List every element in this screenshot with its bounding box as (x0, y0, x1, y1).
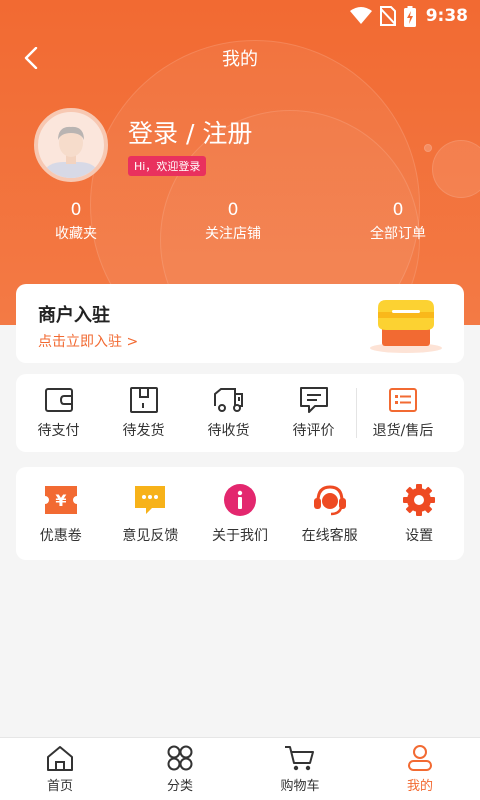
default-avatar-icon (45, 126, 97, 178)
services-card: ¥ 优惠卷 意见反馈 关于我们 在线客服 设置 (16, 467, 464, 560)
avatar[interactable] (34, 108, 108, 182)
stat-label: 全部订单 (370, 226, 426, 242)
tab-cart[interactable]: 购物车 (240, 738, 360, 800)
package-icon (129, 387, 158, 413)
profile-section: 登录 / 注册 Hi，欢迎登录 (34, 108, 252, 182)
chevron-left-icon (24, 47, 38, 69)
stat-count: 0 (227, 200, 239, 220)
battery-charging-icon (403, 5, 416, 27)
no-sim-icon (379, 6, 396, 26)
tab-home[interactable]: 首页 (0, 738, 120, 800)
bottom-tab-bar: 首页 分类 购物车 我的 (0, 737, 480, 800)
order-pending-review[interactable]: 待评价 (271, 386, 356, 440)
login-register-link[interactable]: 登录 / 注册 (128, 114, 252, 150)
coupon-icon: ¥ (44, 485, 77, 514)
order-status-card: 待支付 待发货 待收货 待评价 退货/售后 (16, 374, 464, 452)
comment-icon (299, 387, 328, 413)
category-icon (167, 745, 193, 771)
stat-label: 收藏夹 (55, 226, 97, 242)
welcome-badge: Hi，欢迎登录 (128, 156, 207, 176)
tab-category[interactable]: 分类 (120, 738, 240, 800)
gear-icon (403, 483, 436, 516)
navigation-bar: 我的 (0, 36, 480, 80)
back-button[interactable] (16, 42, 46, 74)
cart-icon (285, 746, 314, 771)
tab-label: 分类 (166, 779, 193, 794)
service-label: 设置 (405, 527, 434, 544)
stat-favorites[interactable]: 0 收藏夹 (26, 200, 126, 243)
svg-text:¥: ¥ (55, 491, 66, 510)
tab-label: 购物车 (280, 779, 320, 794)
order-pending-receipt[interactable]: 待收货 (186, 386, 271, 440)
order-label: 待支付 (37, 423, 80, 439)
headset-icon (313, 484, 346, 515)
order-label: 待收货 (207, 423, 250, 439)
merchant-card[interactable]: 商户入驻 点击立即入驻 > (16, 284, 464, 363)
order-pending-shipment[interactable]: 待发货 (101, 386, 186, 440)
service-about-us[interactable]: 关于我们 (195, 483, 285, 545)
status-bar: 9:38 (0, 0, 480, 32)
home-icon (47, 746, 73, 771)
wallet-icon (44, 388, 73, 412)
tab-mine[interactable]: 我的 (360, 738, 480, 800)
info-icon (223, 483, 256, 516)
status-time: 9:38 (425, 6, 468, 26)
service-online-support[interactable]: 在线客服 (285, 483, 375, 545)
stat-all-orders[interactable]: 0 全部订单 (348, 200, 448, 243)
order-refund-after-sale[interactable]: 退货/售后 (357, 386, 449, 440)
order-label: 退货/售后 (372, 423, 434, 439)
tab-label: 我的 (406, 779, 433, 794)
stat-count: 0 (70, 200, 82, 220)
shop-icon (368, 294, 444, 358)
merchant-join-link[interactable]: 点击立即入驻 > (38, 331, 138, 351)
page-title: 我的 (222, 49, 258, 70)
tab-label: 首页 (46, 779, 73, 794)
refund-list-icon (389, 388, 417, 412)
service-feedback[interactable]: 意见反馈 (106, 483, 196, 545)
order-label: 待发货 (122, 423, 165, 439)
service-label: 在线客服 (301, 527, 358, 544)
order-pending-payment[interactable]: 待支付 (16, 386, 101, 440)
service-coupons[interactable]: ¥ 优惠卷 (16, 483, 106, 545)
service-label: 优惠卷 (39, 527, 82, 544)
user-icon (408, 745, 432, 771)
order-label: 待评价 (292, 423, 335, 439)
delivery-truck-icon (213, 388, 243, 412)
service-settings[interactable]: 设置 (374, 483, 464, 545)
stat-count: 0 (392, 200, 404, 220)
merchant-title: 商户入驻 (38, 305, 110, 326)
stat-label: 关注店铺 (205, 226, 261, 242)
feedback-icon (135, 485, 166, 514)
stat-followed-shops[interactable]: 0 关注店铺 (183, 200, 283, 243)
service-label: 关于我们 (211, 527, 268, 544)
wifi-icon (349, 7, 372, 25)
service-label: 意见反馈 (122, 527, 179, 544)
